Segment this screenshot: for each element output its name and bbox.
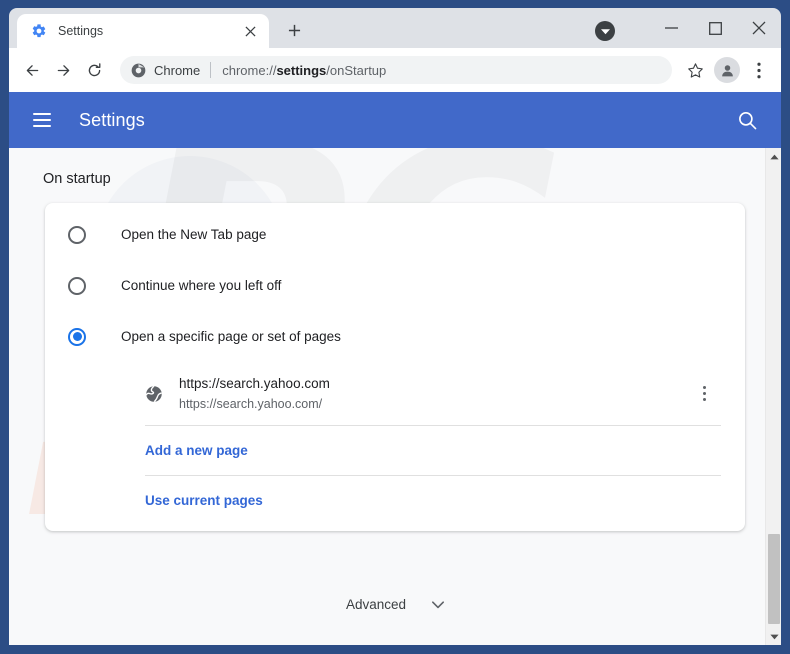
tab-strip: Settings [9,8,781,48]
three-dots-vertical-icon [757,62,761,79]
maximize-icon [709,22,722,35]
minimize-icon [665,27,678,29]
dot [703,398,706,401]
radio-option-new-tab-page[interactable]: Open the New Tab page [45,209,745,260]
omnibox-url: chrome://settings/onStartup [222,63,386,78]
radio-option-label: Open the New Tab page [121,227,266,242]
close-window-button[interactable] [737,8,781,48]
star-icon [687,62,704,79]
caret-down-badge-icon[interactable] [595,21,615,41]
page-title: Settings [79,110,145,131]
triangle-down-icon [770,634,779,640]
startup-page-title: https://search.yahoo.com [179,373,691,394]
scrollbar-down-button[interactable] [766,628,781,645]
new-tab-button[interactable] [283,19,305,41]
radio-option-specific-pages[interactable]: Open a specific page or set of pages [45,311,745,362]
url-prefix: chrome:// [222,63,276,78]
address-bar[interactable]: Chrome chrome://settings/onStartup [120,56,672,84]
person-icon [720,63,735,78]
back-button[interactable] [18,56,46,84]
hamburger-menu-icon[interactable] [33,108,57,132]
omnibox-separator [210,62,211,78]
reload-button[interactable] [80,56,108,84]
triangle-up-icon [770,154,779,160]
url-suffix: /onStartup [326,63,386,78]
startup-page-url: https://search.yahoo.com/ [179,394,691,414]
advanced-toggle[interactable]: Advanced [9,597,781,612]
radio-indicator [68,277,86,295]
add-new-page-link[interactable]: Add a new page [145,443,248,458]
dot [703,386,706,389]
radio-option-label: Continue where you left off [121,278,281,293]
close-icon[interactable] [241,22,259,40]
reload-icon [86,62,103,79]
arrow-left-icon [24,62,41,79]
plus-icon [288,24,301,37]
search-settings-button[interactable] [733,106,761,134]
close-icon [752,21,766,35]
use-current-pages-row[interactable]: Use current pages [45,476,745,525]
radio-option-continue-where-left-off[interactable]: Continue where you left off [45,260,745,311]
globe-icon [145,385,163,403]
chevron-down-icon [432,601,444,609]
startup-page-row[interactable]: https://search.yahoo.com https://search.… [45,362,745,425]
forward-button[interactable] [49,56,77,84]
browser-window: Settings [0,0,790,654]
startup-page-texts: https://search.yahoo.com https://search.… [179,373,691,414]
settings-content: PC risk.com On startup Open the New Tab … [9,148,781,645]
gear-icon [31,23,47,39]
radio-option-label: Open a specific page or set of pages [121,329,341,344]
maximize-button[interactable] [693,8,737,48]
browser-tab[interactable]: Settings [17,14,269,48]
add-new-page-row[interactable]: Add a new page [45,426,745,475]
arrow-right-icon [55,62,72,79]
minimize-button[interactable] [649,8,693,48]
search-icon [737,110,758,131]
settings-page: On startup Open the New Tab page Continu… [9,148,781,612]
dot [703,392,706,395]
scrollbar-up-button[interactable] [766,148,781,165]
browser-toolbar: Chrome chrome://settings/onStartup [9,48,781,92]
radio-indicator [68,226,86,244]
section-title: On startup [43,171,781,187]
profile-button[interactable] [714,57,740,83]
chrome-logo-icon [131,63,146,78]
url-bold-segment: settings [276,63,326,78]
settings-header: Settings [9,92,781,148]
startup-page-menu-button[interactable] [691,381,717,407]
browser-menu-button[interactable] [745,56,773,84]
scrollbar-thumb[interactable] [768,534,780,624]
omnibox-chip-label: Chrome [154,63,200,78]
use-current-pages-link[interactable]: Use current pages [145,493,263,508]
radio-indicator-selected [68,328,86,346]
tab-title: Settings [58,24,230,38]
bookmark-button[interactable] [681,56,709,84]
vertical-scrollbar[interactable] [765,148,781,645]
window-controls [595,8,781,48]
omnibox-chip: Chrome [131,62,213,78]
advanced-label: Advanced [346,597,406,612]
on-startup-card: Open the New Tab page Continue where you… [45,203,745,531]
